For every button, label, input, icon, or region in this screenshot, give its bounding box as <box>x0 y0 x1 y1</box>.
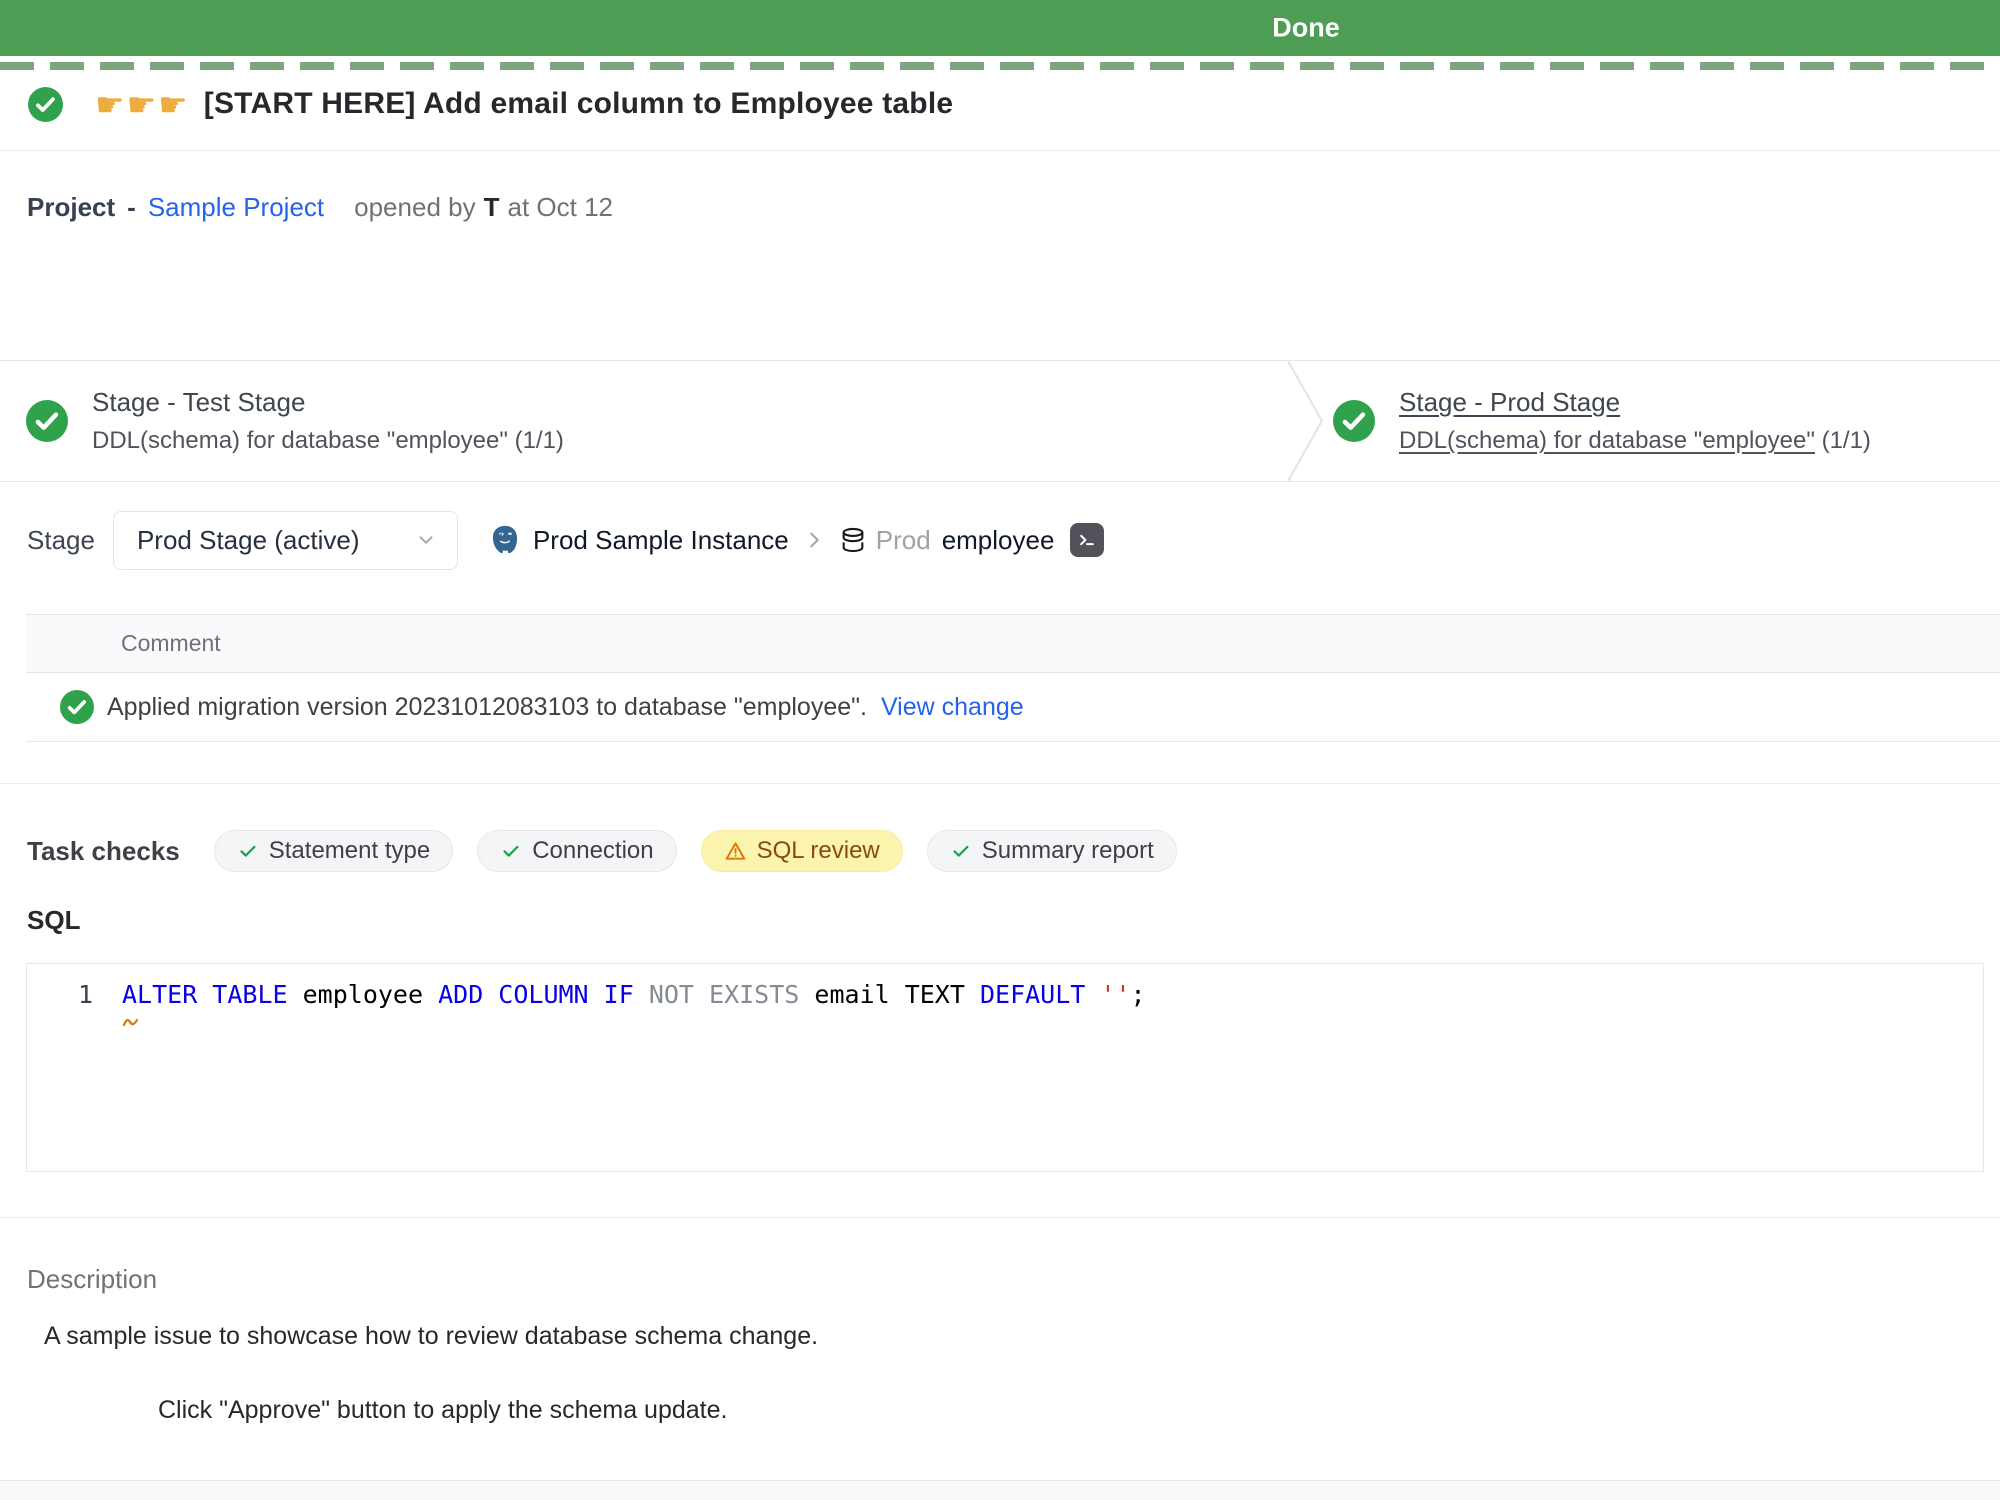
stage-prod-progress: (1/1) <box>1822 427 1871 454</box>
issue-title: [START HERE] Add email column to Employe… <box>204 87 953 121</box>
check-pill-summary-report[interactable]: Summary report <box>927 830 1177 872</box>
stage-test-title: Stage - Test Stage <box>92 387 564 418</box>
stage-test-task: DDL(schema) for database "employee" (1/1… <box>92 427 564 455</box>
check-pill-label: Statement type <box>269 837 430 865</box>
stage-picker-label: Stage <box>27 525 95 556</box>
migration-success-icon <box>60 690 94 724</box>
creator-name: T <box>484 192 500 223</box>
banner-dash-decoration <box>0 62 2000 70</box>
check-pill-label: Summary report <box>982 837 1154 865</box>
sql-token: employee <box>288 980 439 1009</box>
warning-squiggle-icon <box>122 1016 142 1026</box>
description-paragraph: A sample issue to showcase how to review… <box>44 1322 818 1351</box>
issue-meta-row: Project - Sample Project opened by T at … <box>27 186 613 228</box>
check-pill-label: SQL review <box>757 837 880 865</box>
stage-separator-chevron-icon <box>1282 361 1330 481</box>
stage-prod-task: DDL(schema) for database "employee" (1/1… <box>1399 427 1871 455</box>
project-link[interactable]: Sample Project <box>148 192 324 223</box>
sql-statement: ALTER TABLE employee ADD COLUMN IF NOT E… <box>122 980 1146 1009</box>
sql-editor[interactable]: 1 ALTER TABLE employee ADD COLUMN IF NOT… <box>26 963 1984 1172</box>
migration-message: Applied migration version 20231012083103… <box>107 693 867 722</box>
stage-prod-texts: Stage - Prod Stage DDL(schema) for datab… <box>1399 387 1871 455</box>
stage-test-done-icon <box>26 400 68 442</box>
sql-line-number: 1 <box>65 980 93 1009</box>
breadcrumb-separator <box>803 529 825 551</box>
stage-prod-title-link[interactable]: Stage - Prod Stage <box>1399 387 1871 418</box>
stage-card-test: Stage - Test Stage DDL(schema) for datab… <box>26 361 564 481</box>
issue-title-row: ☛☛☛ [START HERE] Add email column to Emp… <box>28 76 953 132</box>
task-checks-label: Task checks <box>27 836 180 867</box>
activity-table-header: Comment <box>26 615 2000 673</box>
task-checks-row: Task checks Statement type Connection SQ… <box>27 830 1201 872</box>
stage-picker-row: Stage Prod Stage (active) Prod Sample In… <box>27 505 1104 575</box>
sql-token: DEFAULT <box>980 980 1085 1009</box>
check-pill-label: Connection <box>532 837 653 865</box>
check-pill-connection[interactable]: Connection <box>477 830 676 872</box>
sql-editor-button[interactable] <box>1070 523 1104 557</box>
view-change-link[interactable]: View change <box>881 693 1024 722</box>
sql-token: ADD COLUMN IF <box>438 980 634 1009</box>
sql-token <box>634 980 649 1009</box>
status-banner: Done <box>0 0 2000 56</box>
stage-prod-task-link[interactable]: DDL(schema) for database "employee" <box>1399 427 1815 454</box>
section-divider-checks <box>0 783 2000 784</box>
description-paragraph: Click "Approve" button to apply the sche… <box>158 1396 727 1425</box>
database-environment: Prod <box>876 525 931 556</box>
stage-pipeline: Stage - Test Stage DDL(schema) for datab… <box>0 360 2000 482</box>
warning-triangle-icon <box>724 840 747 863</box>
postgresql-icon <box>488 523 522 557</box>
sql-section-heading: SQL <box>27 905 80 936</box>
section-divider-description <box>0 1217 2000 1218</box>
description-heading: Description <box>27 1264 157 1295</box>
opened-at: at Oct 12 <box>507 192 613 223</box>
instance-name-link[interactable]: Prod Sample Instance <box>533 525 789 556</box>
project-dash: - <box>127 192 136 223</box>
stage-test-progress: (1/1) <box>515 427 564 454</box>
stage-prod-done-icon <box>1333 400 1375 442</box>
activity-table: Comment Applied migration version 202310… <box>26 614 2000 742</box>
pointing-hand-icons: ☛☛☛ <box>95 88 190 121</box>
title-divider <box>0 150 2000 151</box>
bottom-section-edge <box>0 1480 2000 1500</box>
activity-row: Applied migration version 20231012083103… <box>26 673 2000 742</box>
check-success-icon <box>950 840 972 862</box>
terminal-icon <box>1077 530 1097 550</box>
database-breadcrumb: Prod Sample Instance Prod employee <box>488 523 1104 557</box>
issue-detail-page: Done ☛☛☛ [START HERE] Add email column t… <box>0 0 2000 1500</box>
stage-card-prod: Stage - Prod Stage DDL(schema) for datab… <box>1333 361 1871 481</box>
sql-token: email TEXT <box>799 980 980 1009</box>
check-success-icon <box>500 840 522 862</box>
sql-token <box>1085 980 1100 1009</box>
sql-token: '' <box>1100 980 1130 1009</box>
sql-token: NOT EXISTS <box>649 980 800 1009</box>
chevron-down-icon <box>415 529 437 551</box>
stage-select[interactable]: Prod Stage (active) <box>113 511 458 570</box>
issue-done-check-icon <box>28 87 63 122</box>
database-name-link[interactable]: employee <box>942 525 1055 556</box>
stage-test-texts: Stage - Test Stage DDL(schema) for datab… <box>92 387 564 455</box>
stage-select-value: Prod Stage (active) <box>137 525 360 556</box>
project-label: Project <box>27 192 115 223</box>
database-icon <box>839 526 867 554</box>
check-pill-statement-type[interactable]: Statement type <box>214 830 453 872</box>
status-banner-label: Done <box>1272 13 1340 44</box>
sql-token: ; <box>1131 980 1146 1009</box>
opened-by-label: opened by <box>354 192 475 223</box>
check-success-icon <box>237 840 259 862</box>
comment-column-header: Comment <box>121 630 221 657</box>
sql-token: ALTER TABLE <box>122 980 288 1009</box>
chevron-right-icon <box>803 529 825 551</box>
stage-test-task-name: DDL(schema) for database "employee" <box>92 427 508 454</box>
check-pill-sql-review[interactable]: SQL review <box>701 830 903 872</box>
